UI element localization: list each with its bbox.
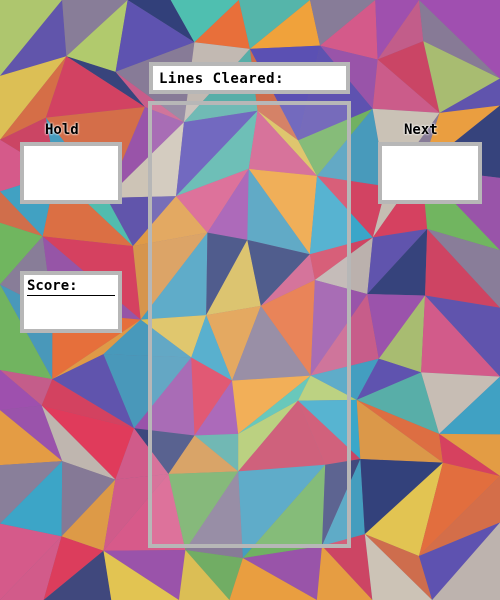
next-piece-panel [378, 142, 482, 204]
next-label: Next [404, 122, 438, 138]
lines-cleared-panel: Lines Cleared: [149, 62, 350, 94]
game-playfield[interactable] [148, 101, 351, 548]
hold-label: Hold [45, 122, 79, 138]
score-label: Score: [27, 278, 115, 296]
score-panel: Score: [20, 271, 122, 333]
lines-cleared-label: Lines Cleared: [159, 71, 285, 87]
hold-piece-panel [20, 142, 122, 204]
